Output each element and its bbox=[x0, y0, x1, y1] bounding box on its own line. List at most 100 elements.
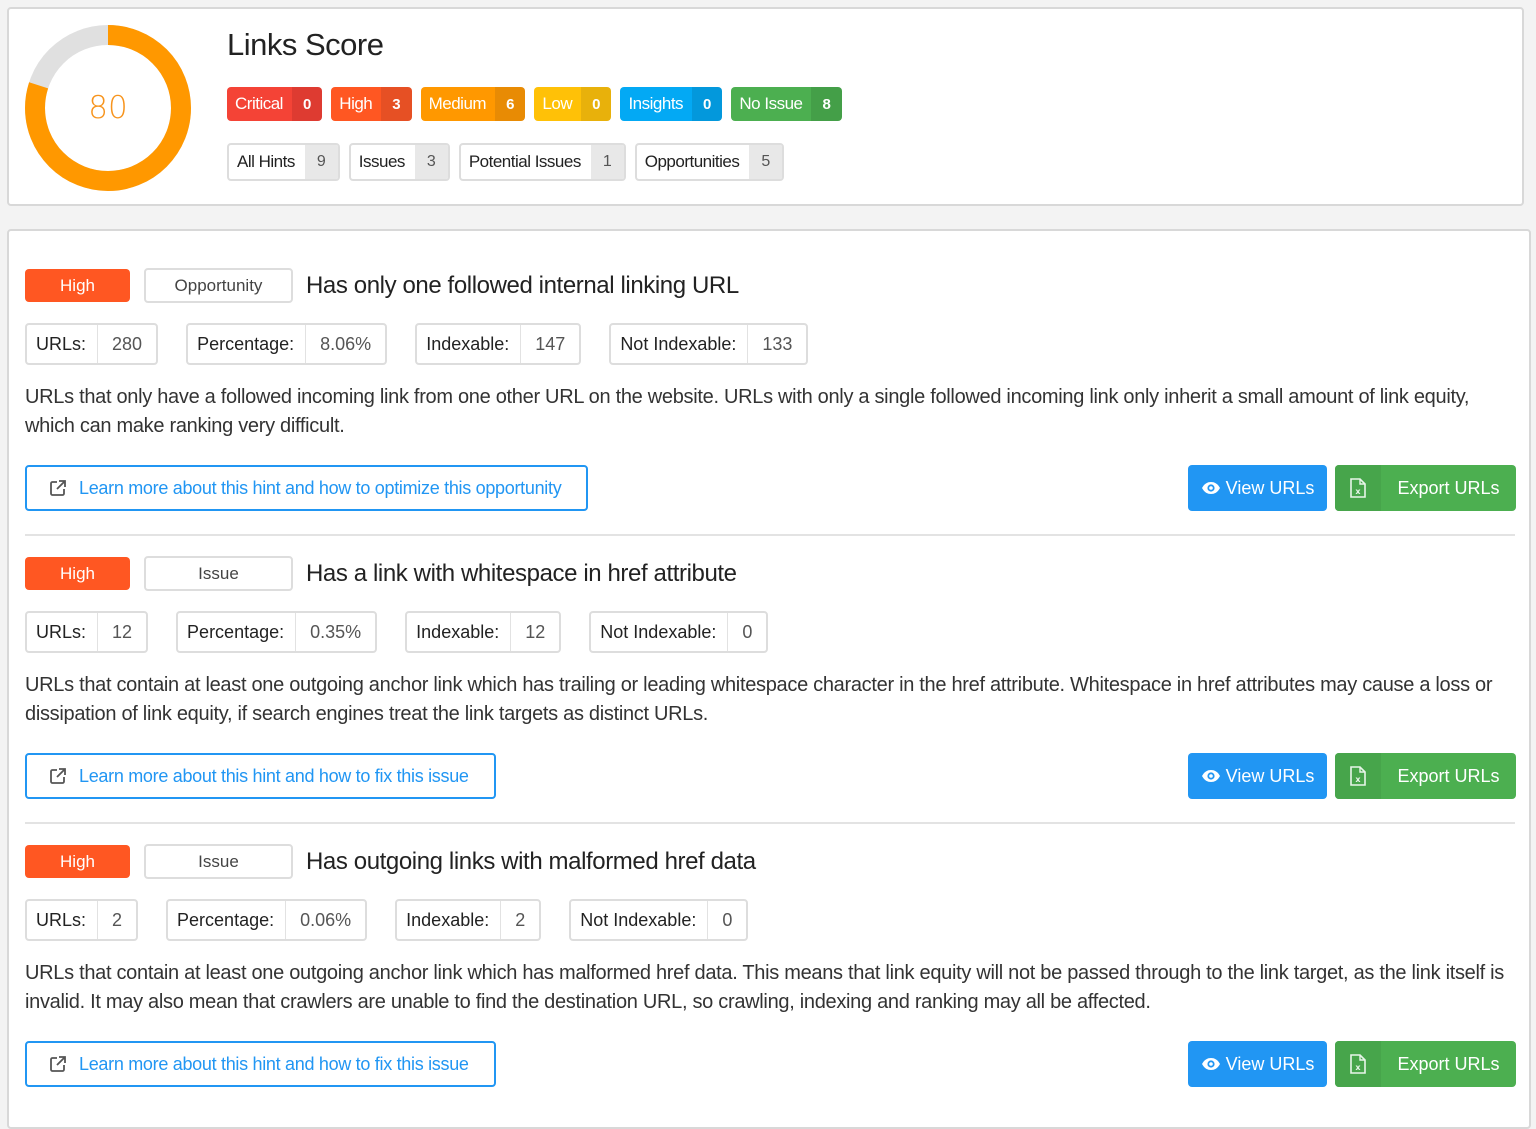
filter-issues[interactable]: Issues 3 bbox=[348, 143, 450, 181]
severity-count: 0 bbox=[291, 87, 323, 121]
severity-label: High bbox=[331, 87, 382, 121]
stat-key: Percentage: bbox=[188, 325, 307, 363]
export-urls-button[interactable]: x Export URLs bbox=[1335, 753, 1516, 799]
stat-value: 0 bbox=[722, 909, 733, 930]
severity-count: 3 bbox=[381, 87, 412, 121]
filter-opportunities[interactable]: Opportunities 5 bbox=[634, 143, 785, 181]
stat-key: Indexable: bbox=[417, 325, 522, 363]
filter-label: Issues bbox=[358, 152, 406, 171]
severity-label: Insights bbox=[620, 87, 693, 121]
hint-stats: URLs: 280 Percentage: 8.06% Indexable: 147 … bbox=[25, 323, 836, 365]
hint-actions: View URLs x Export URLs bbox=[1188, 753, 1516, 799]
stat-key: Indexable: bbox=[397, 901, 502, 939]
stat-value: 2 bbox=[112, 909, 123, 930]
score-value: 80 bbox=[88, 90, 128, 126]
severity-badge-no-issue[interactable]: No Issue 8 bbox=[731, 87, 842, 121]
severity-badge-low[interactable]: Low 0 bbox=[534, 87, 612, 121]
hint-divider bbox=[25, 534, 1515, 536]
severity-label: Medium bbox=[420, 87, 496, 121]
view-urls-button[interactable]: View URLs bbox=[1188, 1041, 1327, 1087]
stat-indexable: Indexable: 12 bbox=[405, 611, 562, 653]
view-urls-button[interactable]: View URLs bbox=[1188, 753, 1327, 799]
stat-not-indexable: Not Indexable: 133 bbox=[609, 323, 809, 365]
severity-badge-critical[interactable]: Critical 0 bbox=[227, 87, 323, 121]
hint-description: URLs that contain at least one outgoing … bbox=[25, 674, 1493, 725]
hint-header: High Issue Has a link with whitespace in… bbox=[25, 556, 737, 591]
external-link-icon bbox=[50, 1056, 66, 1072]
hint-type-badge: Issue bbox=[144, 556, 293, 591]
hint-stats: URLs: 12 Percentage: 0.35% Indexable: 12 No… bbox=[25, 611, 796, 653]
eye-icon bbox=[1201, 770, 1220, 782]
hint-stats: URLs: 2 Percentage: 0.06% Indexable: 2 Not … bbox=[25, 899, 776, 941]
export-urls-label: Export URLs bbox=[1397, 477, 1500, 498]
priority-badge: High bbox=[25, 557, 130, 590]
hint-header: High Issue Has outgoing links with malfo… bbox=[25, 844, 756, 879]
hint-type-badge: Opportunity bbox=[144, 268, 293, 303]
priority-badge: High bbox=[25, 269, 130, 302]
filter-all-hints[interactable]: All Hints 9 bbox=[227, 143, 340, 181]
stat-value: 0 bbox=[742, 621, 753, 642]
filter-label: Opportunities bbox=[644, 152, 740, 171]
stat-key: Not Indexable: bbox=[571, 901, 709, 939]
filter-count: 1 bbox=[590, 145, 624, 179]
stat-value: 133 bbox=[762, 333, 793, 354]
stat-value: 280 bbox=[112, 333, 143, 354]
learn-more-link[interactable]: Learn more about this hint and how to op… bbox=[25, 465, 589, 511]
stat-value: 2 bbox=[515, 909, 526, 930]
excel-file-icon: x bbox=[1335, 465, 1381, 511]
hints-panel: High Opportunity Has only one followed i… bbox=[7, 229, 1531, 1129]
stat-value: 0.35% bbox=[310, 621, 362, 642]
priority-badge: High bbox=[25, 845, 130, 878]
excel-file-icon: x bbox=[1335, 1041, 1381, 1087]
stat-key: URLs: bbox=[27, 613, 99, 651]
export-urls-button[interactable]: x Export URLs bbox=[1335, 1041, 1516, 1087]
external-link-icon bbox=[50, 768, 66, 784]
eye-icon bbox=[1201, 482, 1220, 494]
svg-text:x: x bbox=[1355, 1063, 1361, 1072]
severity-badge-high[interactable]: High 3 bbox=[331, 87, 412, 121]
stat-indexable: Indexable: 147 bbox=[415, 323, 582, 365]
stat-not-indexable: Not Indexable: 0 bbox=[569, 899, 749, 941]
severity-count: 0 bbox=[581, 87, 612, 121]
hint-filters: All Hints 9 Issues 3 Potential Issues 1 … bbox=[227, 143, 785, 181]
hint-type-badge: Issue bbox=[144, 844, 293, 879]
stat-key: Not Indexable: bbox=[591, 613, 729, 651]
severity-label: Critical bbox=[227, 87, 292, 121]
stat-not-indexable: Not Indexable: 0 bbox=[589, 611, 769, 653]
learn-more-link[interactable]: Learn more about this hint and how to fi… bbox=[25, 1041, 496, 1087]
stat-key: Percentage: bbox=[178, 613, 297, 651]
severity-count: 0 bbox=[692, 87, 723, 121]
stat-indexable: Indexable: 2 bbox=[395, 899, 542, 941]
stat-value: 0.06% bbox=[300, 909, 352, 930]
stat-urls: URLs: 12 bbox=[25, 611, 149, 653]
page-title: Links Score bbox=[227, 27, 384, 62]
export-urls-label: Export URLs bbox=[1397, 1053, 1500, 1074]
learn-more-link[interactable]: Learn more about this hint and how to fi… bbox=[25, 753, 496, 799]
export-urls-label: Export URLs bbox=[1397, 765, 1500, 786]
severity-badge-medium[interactable]: Medium 6 bbox=[420, 87, 526, 121]
view-urls-button[interactable]: View URLs bbox=[1188, 465, 1327, 511]
stat-value: 12 bbox=[112, 621, 133, 642]
severity-label: No Issue bbox=[731, 87, 812, 121]
filter-count: 3 bbox=[414, 145, 448, 179]
stat-percentage: Percentage: 8.06% bbox=[186, 323, 388, 365]
stat-key: Not Indexable: bbox=[611, 325, 749, 363]
severity-label: Low bbox=[534, 87, 582, 121]
hint-actions: View URLs x Export URLs bbox=[1188, 1041, 1516, 1087]
view-urls-label: View URLs bbox=[1225, 1053, 1315, 1074]
stat-value: 8.06% bbox=[320, 333, 372, 354]
excel-file-icon: x bbox=[1335, 753, 1381, 799]
external-link-icon bbox=[50, 480, 66, 496]
severity-badges: Critical 0 High 3 Medium 6 Low 0 Insight… bbox=[227, 87, 842, 121]
stat-urls: URLs: 280 bbox=[25, 323, 159, 365]
svg-text:x: x bbox=[1355, 487, 1361, 496]
filter-potential-issues[interactable]: Potential Issues 1 bbox=[458, 143, 626, 181]
export-urls-button[interactable]: x Export URLs bbox=[1335, 465, 1516, 511]
severity-badge-insights[interactable]: Insights 0 bbox=[620, 87, 723, 121]
hint-actions: View URLs x Export URLs bbox=[1188, 465, 1516, 511]
learn-more-label: Learn more about this hint and how to op… bbox=[79, 477, 562, 498]
hint-description: URLs that only have a followed incoming … bbox=[25, 386, 1470, 437]
hint-title: Has outgoing links with malformed href d… bbox=[306, 847, 756, 875]
score-panel: 80 Links Score Critical 0 High 3 Medium … bbox=[7, 7, 1524, 206]
hint-title: Has a link with whitespace in href attri… bbox=[306, 559, 737, 587]
